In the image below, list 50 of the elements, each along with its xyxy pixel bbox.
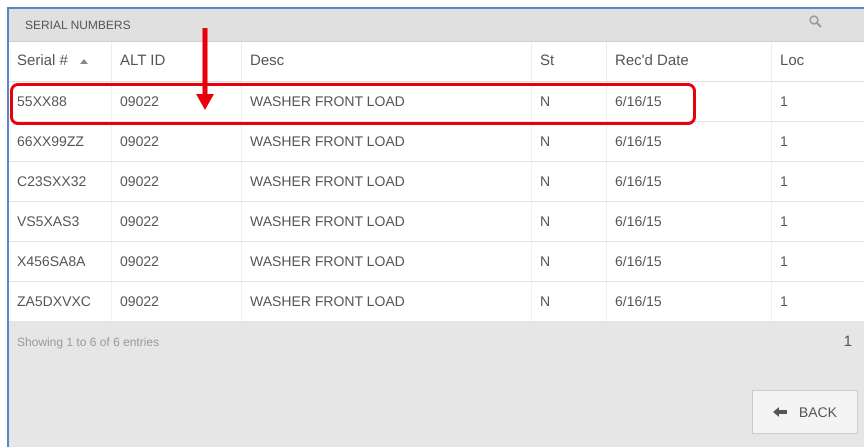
table-cell-text: 66XX99ZZ bbox=[17, 132, 84, 151]
table-cell-text: 1 bbox=[780, 172, 788, 191]
table-cell-text: N bbox=[540, 132, 550, 151]
table-cell-text: 6/16/15 bbox=[615, 132, 662, 151]
page-number[interactable]: 1 bbox=[844, 330, 852, 354]
table-cell-text: WASHER FRONT LOAD bbox=[250, 292, 405, 311]
table-cell-text: 6/16/15 bbox=[615, 292, 662, 311]
table-cell-text: N bbox=[540, 292, 550, 311]
column-header[interactable]: St bbox=[540, 50, 554, 73]
table-cell-text: 09022 bbox=[120, 92, 159, 111]
table-cell-text: N bbox=[540, 92, 550, 111]
table-cell-text: 1 bbox=[780, 132, 788, 151]
table-cell-text: 1 bbox=[780, 252, 788, 271]
table-cell-text: ZA5DXVXC bbox=[17, 292, 91, 311]
table-cell-text: 6/16/15 bbox=[615, 252, 662, 271]
table-cell-text: 09022 bbox=[120, 132, 159, 151]
panel-title: SERIAL NUMBERS bbox=[25, 17, 131, 34]
table-cell-text: 09022 bbox=[120, 292, 159, 311]
table-cell-text: 09022 bbox=[120, 172, 159, 191]
table-cell-text: 1 bbox=[780, 212, 788, 231]
table-cell-text: WASHER FRONT LOAD bbox=[250, 252, 405, 271]
table-cell-text: VS5XAS3 bbox=[17, 212, 80, 231]
column-header[interactable]: Rec'd Date bbox=[615, 50, 689, 73]
table-cell-text: N bbox=[540, 212, 550, 231]
table-cell-text: WASHER FRONT LOAD bbox=[250, 212, 405, 231]
arrow-left-icon bbox=[772, 407, 787, 417]
table-cell-text: WASHER FRONT LOAD bbox=[250, 132, 405, 151]
table-cell-text: WASHER FRONT LOAD bbox=[250, 92, 405, 111]
table-cell-text: 6/16/15 bbox=[615, 92, 662, 111]
column-header[interactable]: Desc bbox=[250, 50, 284, 73]
table-cell-text: C23SXX32 bbox=[17, 172, 86, 191]
table-cell-text: 55XX88 bbox=[17, 92, 67, 111]
table-cell-text: X456SA8A bbox=[17, 252, 86, 271]
table-cell-text: 6/16/15 bbox=[615, 172, 662, 191]
column-header[interactable]: ALT ID bbox=[120, 50, 166, 73]
table-cell-text: 6/16/15 bbox=[615, 212, 662, 231]
search-icon[interactable] bbox=[809, 14, 822, 28]
table-cell-text: 1 bbox=[780, 292, 788, 311]
table-cell-text: 1 bbox=[780, 92, 788, 111]
table-cell-text: N bbox=[540, 172, 550, 191]
table-cell-text: N bbox=[540, 252, 550, 271]
back-button[interactable]: BACK bbox=[752, 390, 858, 434]
table-cell-text: 09022 bbox=[120, 212, 159, 231]
table-cell-text: 09022 bbox=[120, 252, 159, 271]
arrow-down-icon bbox=[196, 28, 214, 110]
column-header[interactable]: Loc bbox=[780, 50, 804, 73]
table-cell-text: WASHER FRONT LOAD bbox=[250, 172, 405, 191]
column-header[interactable]: Serial # bbox=[17, 50, 68, 73]
entries-info: Showing 1 to 6 of 6 entries bbox=[17, 334, 160, 351]
sort-ascending-icon[interactable] bbox=[80, 59, 88, 64]
